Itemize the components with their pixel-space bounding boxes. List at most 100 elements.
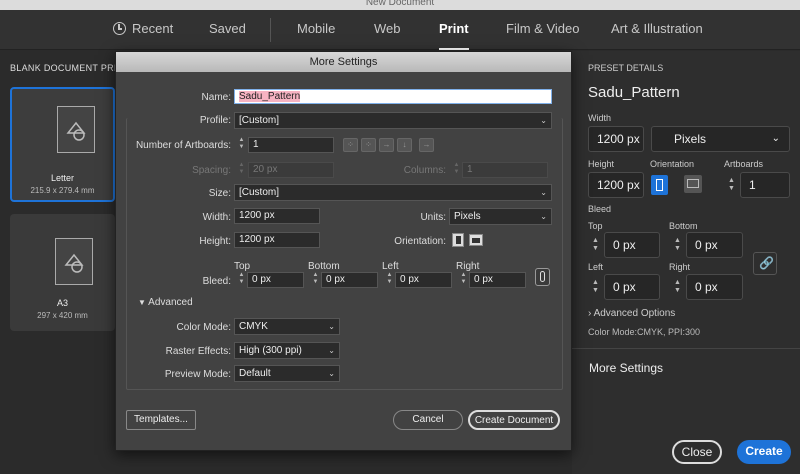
raster-effects-value: High (300 ppi) bbox=[239, 345, 302, 356]
spacing-stepper: ▲ ▼ bbox=[238, 162, 245, 175]
category-tabs: Recent Saved Mobile Web Print Film & Vid… bbox=[0, 10, 800, 50]
width-input[interactable]: 1200 px bbox=[588, 126, 644, 152]
cancel-button[interactable]: Cancel bbox=[393, 410, 463, 430]
bleed-top-stepper[interactable]: ▲ ▼ bbox=[592, 237, 599, 253]
bleed-top-input[interactable]: 0 px bbox=[604, 232, 660, 258]
bleed-left-stepper[interactable]: ▲ ▼ bbox=[592, 279, 599, 295]
grid-by-row-icon[interactable]: ⁘ bbox=[343, 138, 358, 152]
link-bleed-button[interactable]: 🔗 bbox=[753, 252, 777, 275]
size-dropdown[interactable]: [Custom] ⌄ bbox=[234, 184, 552, 201]
preset-name-field[interactable]: Sadu_Pattern bbox=[588, 84, 680, 101]
dialog-title: More Settings bbox=[116, 52, 571, 72]
close-button[interactable]: Close bbox=[672, 440, 722, 464]
bleed-left-label: Left bbox=[588, 262, 604, 272]
create-document-button[interactable]: Create Document bbox=[468, 410, 560, 430]
tab-recent[interactable]: Recent bbox=[113, 10, 173, 50]
link-icon bbox=[540, 271, 545, 282]
artboards-label: Artboards bbox=[724, 159, 764, 169]
bleed-bottom-stepper[interactable]: ▲ ▼ bbox=[311, 272, 320, 288]
tab-web[interactable]: Web bbox=[374, 10, 401, 50]
bleed-bottom-input[interactable]: 0 px bbox=[321, 272, 378, 288]
templates-button[interactable]: Templates... bbox=[126, 410, 196, 430]
landscape-icon[interactable] bbox=[469, 234, 483, 246]
document-icon bbox=[57, 106, 95, 153]
tab-art-illustration[interactable]: Art & Illustration bbox=[611, 10, 703, 50]
bleed-top-label: Top bbox=[234, 261, 251, 272]
name-value: Sadu_Pattern bbox=[239, 91, 301, 102]
columns-stepper: ▲ ▼ bbox=[453, 162, 460, 175]
preset-size: 215.9 x 279.4 mm bbox=[30, 186, 95, 195]
size-label: Size: bbox=[208, 188, 231, 199]
bleed-top-stepper[interactable]: ▲ ▼ bbox=[237, 272, 246, 288]
color-mode-value: CMYK bbox=[239, 321, 268, 332]
arrange-by-column-icon[interactable]: ↓ bbox=[397, 138, 412, 152]
tab-mobile[interactable]: Mobile bbox=[297, 10, 335, 50]
chevron-down-icon: ⌄ bbox=[540, 212, 547, 221]
bleed-right-input[interactable]: 0 px bbox=[686, 274, 743, 300]
height-input[interactable]: 1200 px bbox=[588, 172, 644, 198]
bleed-bottom-stepper[interactable]: ▲ ▼ bbox=[674, 237, 681, 253]
artboards-stepper[interactable]: ▲ ▼ bbox=[728, 177, 735, 193]
name-input[interactable]: Sadu_Pattern bbox=[234, 89, 552, 104]
size-value: [Custom] bbox=[239, 187, 280, 198]
bleed-left-stepper[interactable]: ▲ ▼ bbox=[385, 272, 394, 288]
chevron-right-icon: › bbox=[588, 308, 592, 319]
link-icon: 🔗 bbox=[759, 256, 774, 270]
more-settings-link[interactable]: More Settings bbox=[589, 361, 663, 375]
chevron-down-icon: ⌄ bbox=[328, 369, 335, 378]
advanced-label: Advanced bbox=[148, 297, 193, 308]
artboards-stepper[interactable]: ▲ ▼ bbox=[237, 137, 246, 153]
advanced-toggle[interactable]: ▼ Advanced bbox=[138, 297, 193, 308]
chevron-down-icon: ⌄ bbox=[540, 188, 547, 197]
divider bbox=[572, 348, 800, 349]
arrange-by-row-icon[interactable]: → bbox=[379, 138, 394, 152]
bleed-left-input[interactable]: 0 px bbox=[604, 274, 660, 300]
bleed-right-stepper[interactable]: ▲ ▼ bbox=[674, 279, 681, 295]
units-dropdown[interactable]: Pixels ⌄ bbox=[651, 126, 790, 152]
preset-card-a3[interactable]: A3 297 x 420 mm bbox=[10, 214, 115, 331]
units-dropdown[interactable]: Pixels ⌄ bbox=[449, 208, 552, 225]
chevron-down-icon: ⌄ bbox=[771, 133, 780, 144]
portrait-orientation-button[interactable] bbox=[651, 175, 668, 195]
blank-presets-panel: BLANK DOCUMENT PRESETS Letter 215.9 x 27… bbox=[0, 51, 145, 474]
bleed-right-label: Right bbox=[669, 262, 691, 272]
portrait-icon bbox=[656, 179, 663, 191]
spacing-input: 20 px bbox=[248, 162, 334, 178]
preview-mode-dropdown[interactable]: Default ⌄ bbox=[234, 365, 340, 382]
preview-mode-label: Preview Mode: bbox=[164, 369, 231, 380]
artboards-input[interactable]: 1 bbox=[248, 137, 334, 153]
bleed-right-stepper[interactable]: ▲ ▼ bbox=[459, 272, 468, 288]
height-input[interactable]: 1200 px bbox=[234, 232, 320, 248]
bleed-bottom-input[interactable]: 0 px bbox=[686, 232, 743, 258]
bleed-top-input[interactable]: 0 px bbox=[247, 272, 304, 288]
create-button[interactable]: Create bbox=[737, 440, 791, 464]
raster-effects-label: Raster Effects: bbox=[165, 346, 231, 357]
units-value: Pixels bbox=[454, 211, 481, 222]
window-title-bar: New Document bbox=[0, 0, 800, 10]
bleed-right-input[interactable]: 0 px bbox=[469, 272, 526, 288]
landscape-orientation-button[interactable] bbox=[684, 175, 702, 193]
bleed-right-label: Right bbox=[456, 261, 480, 272]
advanced-options-toggle[interactable]: › Advanced Options bbox=[588, 308, 675, 319]
preset-card-letter[interactable]: Letter 215.9 x 279.4 mm bbox=[10, 87, 115, 202]
layout-direction-icon[interactable]: → bbox=[419, 138, 434, 152]
raster-effects-dropdown[interactable]: High (300 ppi) ⌄ bbox=[234, 342, 340, 359]
bleed-bottom-label: Bottom bbox=[308, 261, 340, 272]
tab-film-video[interactable]: Film & Video bbox=[506, 10, 579, 50]
artboards-input[interactable]: 1 bbox=[740, 172, 790, 198]
tab-print[interactable]: Print bbox=[439, 10, 469, 50]
grid-by-column-icon[interactable]: ⁘ bbox=[361, 138, 376, 152]
width-label: Width: bbox=[202, 212, 231, 223]
bleed-left-input[interactable]: 0 px bbox=[395, 272, 452, 288]
link-bleed-button[interactable] bbox=[535, 268, 550, 286]
name-label: Name: bbox=[201, 92, 231, 103]
triangle-down-icon: ▼ bbox=[138, 298, 146, 307]
color-mode-dropdown[interactable]: CMYK ⌄ bbox=[234, 318, 340, 335]
tab-saved[interactable]: Saved bbox=[209, 10, 246, 50]
window-title: New Document bbox=[365, 0, 435, 8]
width-input[interactable]: 1200 px bbox=[234, 208, 320, 224]
portrait-icon[interactable] bbox=[452, 233, 464, 247]
tab-recent-label: Recent bbox=[132, 21, 174, 36]
preset-details-panel: PRESET DETAILS Sadu_Pattern Width 1200 p… bbox=[572, 51, 800, 474]
height-label: Height: bbox=[199, 236, 231, 247]
